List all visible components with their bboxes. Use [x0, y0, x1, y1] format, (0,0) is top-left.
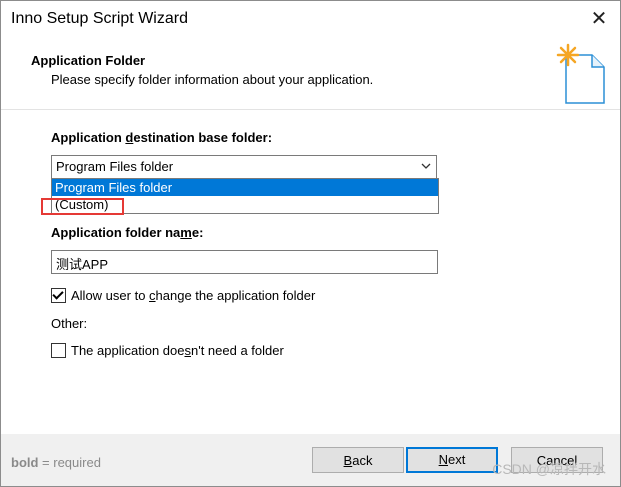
label-text: estination base folder:	[133, 130, 273, 145]
button-accel: N	[438, 452, 449, 467]
dropdown-option-program-files[interactable]: Program Files folder	[52, 179, 438, 196]
allow-change-label[interactable]: Allow user to change the application fol…	[71, 288, 315, 303]
base-folder-label: Application destination base folder:	[51, 130, 272, 145]
base-folder-selected-value: Program Files folder	[56, 159, 174, 174]
no-folder-label[interactable]: The application doesn't need a folder	[71, 343, 284, 358]
back-button[interactable]: Back	[312, 447, 404, 473]
allow-change-checkbox[interactable]	[51, 288, 66, 303]
other-label: Other:	[51, 316, 88, 331]
option-label: Program Files folder	[55, 180, 173, 195]
label-accel: m	[180, 225, 192, 240]
wizard-content: Application destination base folder: Pro…	[1, 109, 620, 435]
chevron-down-icon[interactable]	[419, 159, 433, 173]
next-button[interactable]: Next	[406, 447, 498, 473]
button-text: ack	[352, 453, 373, 468]
annotation-highlight-box	[41, 198, 124, 215]
label-text: n't need a folder	[190, 343, 284, 358]
no-folder-checkbox[interactable]	[51, 343, 66, 358]
folder-name-input[interactable]: 测试APP	[51, 250, 438, 274]
label-text: Allow user to	[71, 288, 150, 303]
label-text: The application doe	[71, 343, 185, 358]
window-title: Inno Setup Script Wizard	[11, 10, 188, 27]
folder-name-label: Application folder name:	[51, 225, 203, 240]
page-title: Application Folder	[31, 53, 146, 68]
label-text: e:	[191, 225, 204, 240]
button-accel: B	[343, 453, 353, 468]
label-text: hange the application folder	[155, 288, 316, 303]
folder-name-value: 测试APP	[56, 257, 109, 272]
label-text: Application folder na	[51, 225, 181, 240]
wizard-header: Application Folder Please specify folder…	[1, 37, 620, 109]
wizard-window: Inno Setup Script Wizard ✕ Application F…	[0, 0, 621, 487]
label-text: Application	[51, 130, 126, 145]
required-hint: bold = required	[11, 455, 101, 470]
hint-text: = required	[38, 455, 101, 470]
title-bar: Inno Setup Script Wizard ✕	[1, 1, 620, 37]
button-text: ext	[448, 452, 466, 467]
hint-bold: bold	[11, 455, 39, 470]
wizard-footer: bold = required Back Next Cancel CSDN @凉…	[1, 434, 620, 486]
watermark-text: CSDN @凉拌开水	[492, 461, 606, 477]
close-icon[interactable]: ✕	[586, 7, 612, 31]
wizard-star-document-icon	[556, 43, 605, 104]
base-folder-select[interactable]: Program Files folder	[51, 155, 437, 179]
page-subtitle: Please specify folder information about …	[51, 72, 374, 87]
